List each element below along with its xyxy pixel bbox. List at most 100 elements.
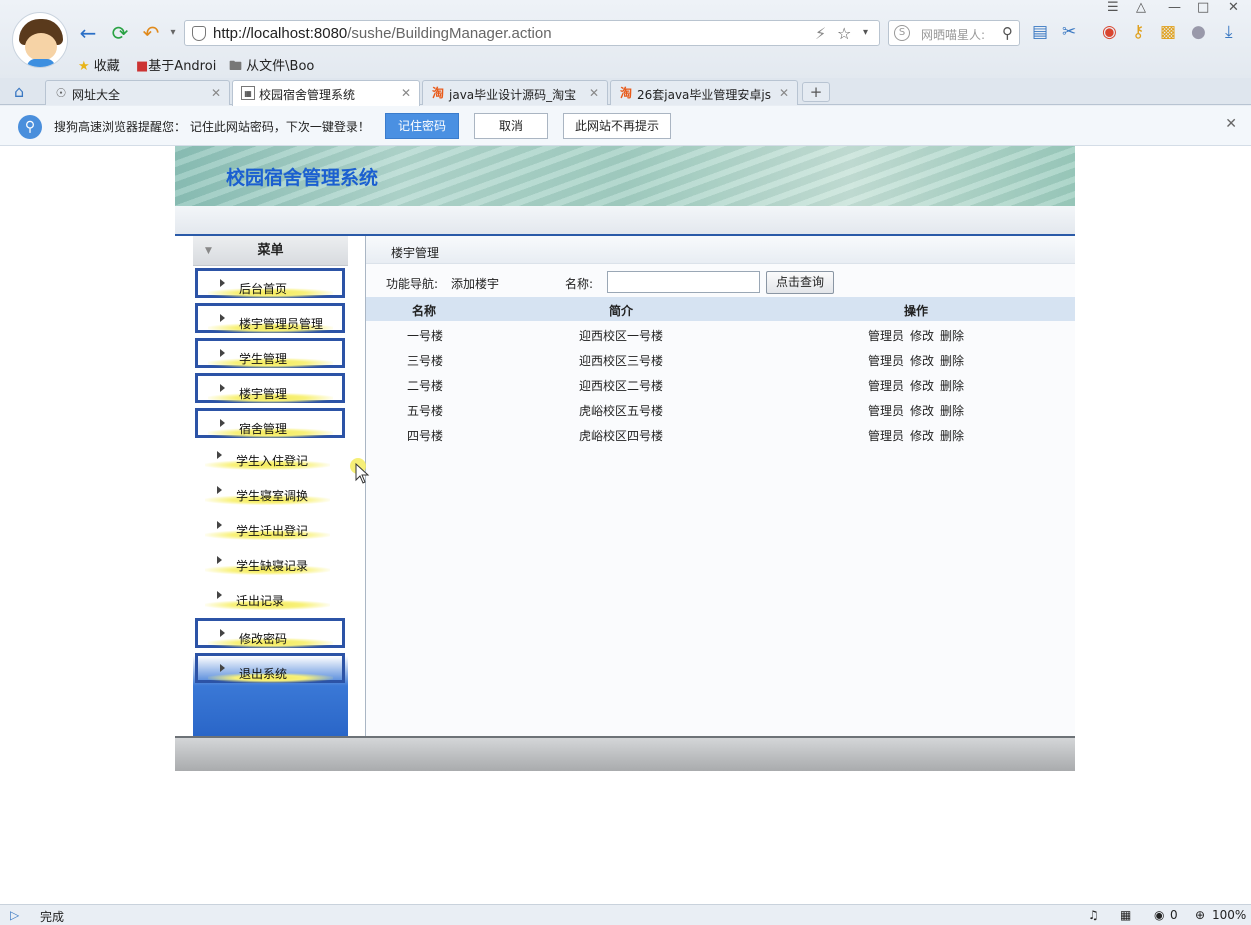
section-header: 楼宇管理 (366, 236, 1075, 264)
delete-link[interactable]: 删除 (940, 354, 964, 368)
edit-link[interactable]: 修改 (910, 354, 934, 368)
menu-icon[interactable]: ☰ (1107, 0, 1119, 15)
sidebar-item[interactable]: 学生迁出登记 (195, 513, 345, 543)
tab-nav[interactable]: ☉ 网址大全 ✕ (45, 80, 230, 105)
sidebar-item[interactable]: 楼宇管理 (195, 373, 345, 403)
sidebar-item[interactable]: 学生寝室调换 (195, 478, 345, 508)
manager-link[interactable]: 管理员 (868, 429, 904, 443)
arrow-right-icon (217, 556, 222, 564)
manager-link[interactable]: 管理员 (868, 379, 904, 393)
toolbox-icon[interactable]: ▦ (1120, 908, 1131, 922)
bookmark-folder[interactable]: 🖿 从文件\Boo (229, 55, 314, 79)
maximize-icon[interactable]: □ (1197, 0, 1209, 15)
bulb-icon: ⚲ (18, 115, 42, 139)
edit-link[interactable]: 修改 (910, 429, 934, 443)
edit-link[interactable]: 修改 (910, 404, 934, 418)
volume-icon[interactable]: ♫ (1088, 908, 1099, 922)
home-icon[interactable]: ⌂ (14, 82, 24, 101)
manager-link[interactable]: 管理员 (868, 354, 904, 368)
zoom-level[interactable]: 100% (1212, 908, 1246, 922)
cell-name: 四号楼 (407, 429, 444, 443)
tab-taobao-1[interactable]: 淘 java毕业设计源码_淘宝 ✕ (422, 80, 608, 105)
edit-link[interactable]: 修改 (910, 329, 934, 343)
delete-link[interactable]: 删除 (940, 404, 964, 418)
star-icon[interactable]: ☆ (837, 24, 851, 43)
header-subbar (175, 206, 1075, 236)
arrow-right-icon (220, 279, 225, 287)
sidebar-item[interactable]: 退出系统 (195, 653, 345, 683)
sidebar-item[interactable]: 学生缺寝记录 (195, 548, 345, 578)
arrow-right-icon (220, 349, 225, 357)
sidebar-item[interactable]: 学生入住登记 (195, 443, 345, 473)
taobao-icon: 淘 (619, 86, 632, 100)
remember-password-button[interactable]: 记住密码 (385, 113, 459, 139)
zoom-icon[interactable]: ⊕ (1195, 908, 1205, 922)
status-text: 完成 (40, 910, 65, 924)
reader-icon[interactable]: ▤ (1032, 22, 1048, 42)
sidebar-item[interactable]: 迁出记录 (195, 583, 345, 613)
scissors-icon[interactable]: ✂ (1062, 22, 1076, 42)
mouse-cursor-icon (350, 458, 370, 484)
url-text[interactable]: http://localhost:8080/sushe/BuildingMana… (213, 25, 552, 42)
search-icon[interactable]: ⚲ (1002, 24, 1013, 42)
manager-link[interactable]: 管理员 (868, 404, 904, 418)
sidebar-toggle-icon[interactable]: ▷ (10, 908, 19, 922)
delete-link[interactable]: 删除 (940, 429, 964, 443)
undo-dropdown-icon[interactable]: ▾ (162, 22, 184, 44)
search-box[interactable]: S 网晒喵星人: ⚲ (888, 20, 1020, 46)
name-search-input[interactable] (607, 271, 760, 293)
cell-actions: 管理员 修改 删除 (868, 352, 970, 369)
cell-name: 五号楼 (407, 404, 444, 418)
tab-dorm-system[interactable]: ▦ 校园宿舍管理系统 ✕ (232, 80, 420, 106)
search-engine-icon[interactable]: S (894, 25, 910, 41)
close-tab-icon[interactable]: ✕ (585, 86, 599, 100)
cell-intro: 迎西校区一号楼 (579, 329, 664, 343)
url-dropdown-icon[interactable]: ▾ (863, 27, 868, 38)
tab-taobao-2[interactable]: 淘 26套java毕业管理安卓js ✕ (610, 80, 798, 105)
app-title: 校园宿舍管理系统 (226, 167, 379, 189)
more-icon[interactable]: ● (1191, 22, 1206, 42)
tab-label: 网址大全 (72, 88, 121, 102)
bookmark-androi[interactable]: ■基于Androi (136, 55, 216, 74)
cancel-button[interactable]: 取消 (474, 113, 548, 139)
query-button[interactable]: 点击查询 (766, 271, 834, 294)
edit-link[interactable]: 修改 (910, 379, 934, 393)
close-notification-icon[interactable]: ✕ (1225, 116, 1237, 132)
sidebar-item[interactable]: 楼宇管理员管理 (195, 303, 345, 333)
close-tab-icon[interactable]: ✕ (211, 86, 221, 100)
key-icon[interactable]: ⚷ (1132, 22, 1144, 42)
notification-message: 搜狗高速浏览器提醒您： 记住此网站密码，下次一键登录！ (54, 120, 370, 134)
collapse-icon[interactable]: ▼ (205, 236, 212, 266)
sidebar-item[interactable]: 后台首页 (195, 268, 345, 298)
close-tab-icon[interactable]: ✕ (775, 86, 789, 100)
manager-link[interactable]: 管理员 (868, 329, 904, 343)
address-bar[interactable]: http://localhost:8080/sushe/BuildingMana… (184, 20, 880, 46)
arrow-right-icon (220, 664, 225, 672)
lightning-icon[interactable]: ⚡ (815, 24, 826, 43)
sidebar-item[interactable]: 修改密码 (195, 618, 345, 648)
close-window-icon[interactable]: ✕ (1228, 0, 1239, 15)
user-avatar[interactable] (12, 12, 68, 68)
extension-icon[interactable]: ▩ (1160, 22, 1176, 42)
back-icon[interactable]: ← (77, 22, 99, 44)
weibo-icon[interactable]: ◉ (1102, 22, 1117, 42)
delete-link[interactable]: 删除 (940, 379, 964, 393)
download-icon[interactable]: ⤓ (1225, 22, 1233, 42)
adblock-icon[interactable]: ◉ (1154, 908, 1164, 922)
minimize-icon[interactable]: — (1168, 0, 1181, 15)
delete-link[interactable]: 删除 (940, 329, 964, 343)
adblock-count: 0 (1170, 908, 1178, 922)
refresh-icon[interactable]: ⟳ (109, 22, 131, 44)
skin-icon[interactable]: △ (1136, 0, 1146, 15)
sidebar-item-label: 宿舍管理 (239, 422, 288, 436)
sidebar-item[interactable]: 宿舍管理 (195, 408, 345, 438)
bookmark-favorites[interactable]: ★ 收藏 (78, 55, 120, 74)
new-tab-button[interactable]: + (802, 82, 830, 102)
browser-toolbar: ← ⟳ ↶ ▾ http://localhost:8080/sushe/Buil… (0, 0, 1251, 78)
close-tab-icon[interactable]: ✕ (401, 86, 411, 100)
sidebar-item[interactable]: 学生管理 (195, 338, 345, 368)
sidebar-item-label: 学生寝室调换 (236, 489, 309, 503)
never-prompt-button[interactable]: 此网站不再提示 (563, 113, 671, 139)
undo-icon[interactable]: ↶ (140, 22, 162, 44)
add-building-link[interactable]: 添加楼宇 (451, 275, 499, 292)
